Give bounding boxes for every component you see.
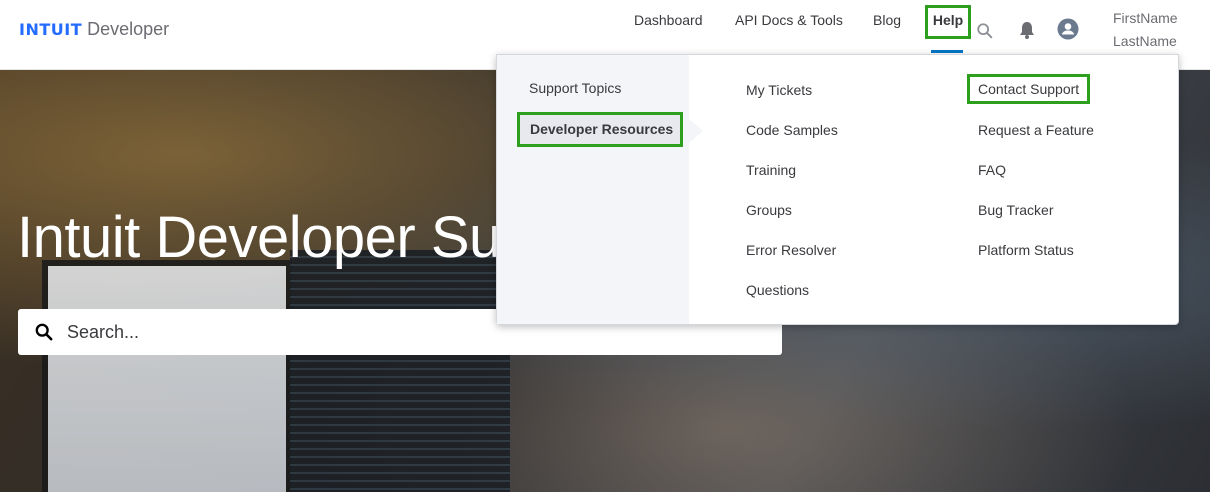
link-training[interactable]: Training: [746, 162, 796, 178]
link-bug-tracker[interactable]: Bug Tracker: [978, 202, 1053, 218]
search-icon[interactable]: [976, 22, 994, 40]
link-faq[interactable]: FAQ: [978, 162, 1006, 178]
link-platform-status[interactable]: Platform Status: [978, 242, 1074, 258]
link-error-resolver[interactable]: Error Resolver: [746, 242, 836, 258]
nav-api-docs-tools[interactable]: API Docs & Tools: [735, 11, 843, 31]
help-active-indicator: [931, 50, 963, 53]
link-my-tickets[interactable]: My Tickets: [746, 82, 812, 98]
nav-dashboard[interactable]: Dashboard: [634, 11, 703, 31]
bell-icon[interactable]: [1017, 20, 1037, 40]
link-questions[interactable]: Questions: [746, 282, 809, 298]
user-last-name: LastName: [1113, 33, 1177, 49]
hero-code-screen-image: [290, 250, 510, 492]
hero-title: Intuit Developer Su: [17, 205, 501, 270]
user-name[interactable]: FirstName LastName: [1113, 7, 1178, 53]
search-icon: [35, 323, 53, 341]
user-first-name: FirstName: [1113, 10, 1178, 26]
link-contact-support[interactable]: Contact Support: [967, 74, 1091, 104]
active-category-arrow: [689, 119, 703, 143]
help-categories-panel: Support Topics Developer Resources: [497, 55, 689, 324]
link-request-feature[interactable]: Request a Feature: [978, 122, 1094, 138]
menu-support-topics[interactable]: Support Topics: [529, 80, 621, 96]
logo-sub: Developer: [87, 19, 170, 39]
link-groups[interactable]: Groups: [746, 202, 792, 218]
logo-brand: INTUIT: [19, 20, 83, 39]
menu-developer-resources[interactable]: Developer Resources: [517, 112, 683, 147]
nav-blog[interactable]: Blog: [873, 11, 901, 31]
help-dropdown-menu: Support Topics Developer Resources My Ti…: [496, 54, 1179, 325]
intuit-developer-logo[interactable]: INTUIT Developer: [19, 19, 169, 43]
user-avatar-icon[interactable]: [1057, 18, 1079, 40]
nav-help[interactable]: Help: [925, 5, 971, 39]
link-code-samples[interactable]: Code Samples: [746, 122, 838, 138]
hero-monitor-image: [42, 260, 292, 492]
